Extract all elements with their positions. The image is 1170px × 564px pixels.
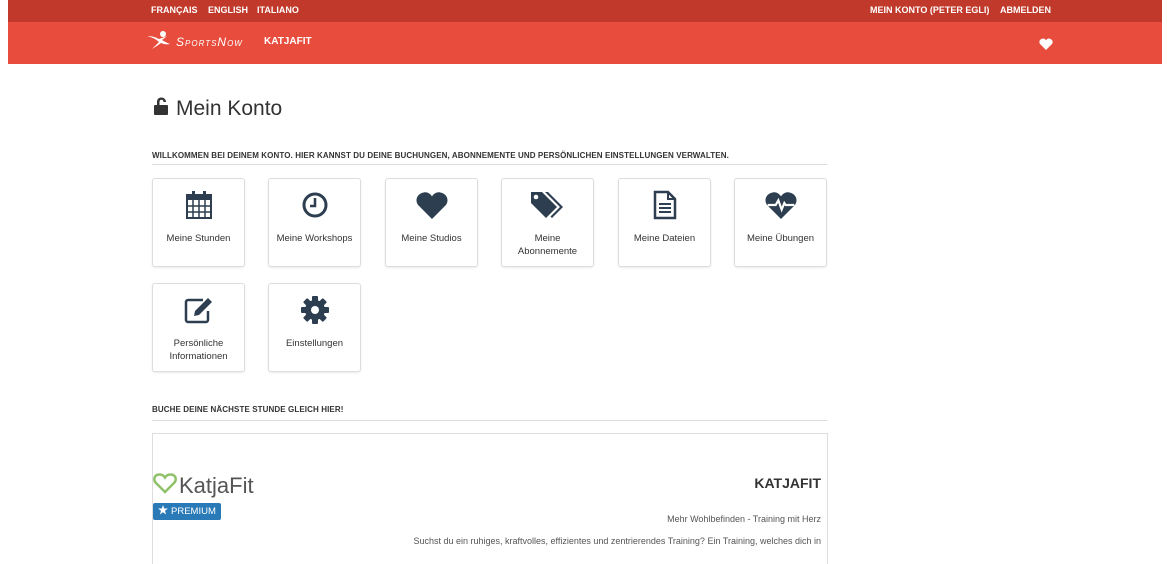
studio-description: Suchst du ein ruhiges, kraftvolles, effi… <box>413 536 821 546</box>
sportsnow-logo-icon <box>146 30 172 55</box>
tile-meine-abonnemente[interactable]: Meine Abonnemente <box>501 178 594 267</box>
tile-label: Meine Übungen <box>746 233 815 244</box>
nav-katjafit-link[interactable]: KATJAFIT <box>264 36 312 47</box>
divider <box>152 420 827 421</box>
studio-name[interactable]: KATJAFIT <box>754 475 821 491</box>
premium-label: PREMIUM <box>171 506 216 517</box>
edit-icon <box>153 295 244 325</box>
divider <box>152 164 827 165</box>
tile-label: Meine Dateien <box>633 233 696 244</box>
tile-meine-workshops[interactable]: Meine Workshops <box>268 178 361 267</box>
calendar-icon <box>153 190 244 220</box>
tile-label: Meine Studios <box>401 233 462 244</box>
lang-english-link[interactable]: ENGLISH <box>208 5 248 15</box>
star-icon <box>158 505 171 518</box>
tile-label: Meine Stunden <box>166 233 231 244</box>
lang-francais-link[interactable]: FRANÇAIS <box>151 5 198 15</box>
heart-icon[interactable] <box>1039 37 1053 55</box>
brand-name: SportsNow <box>176 35 243 49</box>
main-navbar: SportsNow KATJAFIT <box>8 22 1162 64</box>
book-heading: BUCHE DEINE NÄCHSTE STUNDE GLEICH HIER! <box>152 405 344 414</box>
tile-meine-studios[interactable]: Meine Studios <box>385 178 478 267</box>
tile-meine-stunden[interactable]: Meine Stunden <box>152 178 245 267</box>
premium-badge: PREMIUM <box>153 503 221 520</box>
clock-icon <box>269 190 360 220</box>
logout-link[interactable]: ABMELDEN <box>1000 5 1051 15</box>
tile-label: Einstellungen <box>285 338 344 349</box>
studio-tagline: Mehr Wohlbefinden - Training mit Herz <box>667 514 821 524</box>
page-title-text: Mein Konto <box>176 97 283 120</box>
heart-outline-icon <box>153 472 177 499</box>
tags-icon <box>502 190 593 220</box>
tile-persoenliche-informationen[interactable]: Persönliche Informationen <box>152 283 245 372</box>
tile-label: Meine Abonnemente <box>517 233 578 257</box>
sportsnow-logo[interactable]: SportsNow <box>146 30 243 55</box>
tile-meine-dateien[interactable]: Meine Dateien <box>618 178 711 267</box>
studio-logo[interactable]: KatjaFit <box>153 472 254 499</box>
heart-icon <box>386 190 477 220</box>
studio-logo-text: KatjaFit <box>179 472 254 498</box>
studio-card[interactable]: KatjaFit PREMIUM KATJAFIT Mehr Wohlbefin… <box>152 433 828 564</box>
gear-icon <box>269 295 360 325</box>
account-link[interactable]: MEIN KONTO (PETER EGLI) <box>870 5 989 15</box>
tile-label: Persönliche Informationen <box>169 338 228 362</box>
welcome-text: WILLKOMMEN BEI DEINEM KONTO. HIER KANNST… <box>152 151 729 160</box>
page-title: Mein Konto <box>152 97 282 121</box>
top-bar: FRANÇAIS ENGLISH ITALIANO MEIN KONTO (PE… <box>8 0 1162 22</box>
unlock-icon <box>152 97 176 121</box>
lang-italiano-link[interactable]: ITALIANO <box>257 5 299 15</box>
tile-einstellungen[interactable]: Einstellungen <box>268 283 361 372</box>
tile-meine-uebungen[interactable]: Meine Übungen <box>734 178 827 267</box>
tile-label: Meine Workshops <box>276 233 353 244</box>
heartbeat-icon <box>735 190 826 220</box>
file-icon <box>619 190 710 220</box>
